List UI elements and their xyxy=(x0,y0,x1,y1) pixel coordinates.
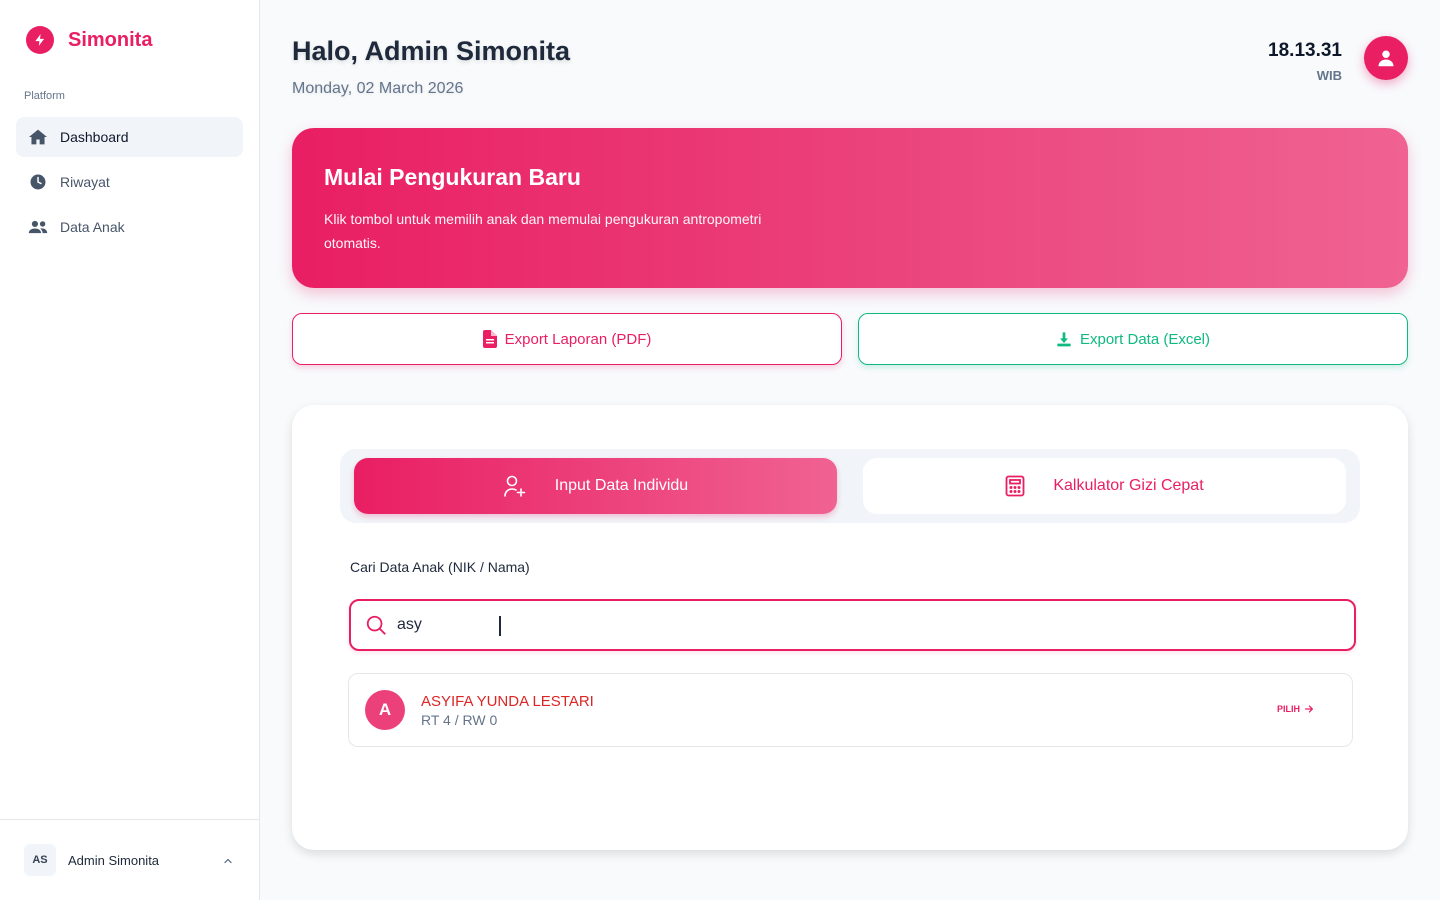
calculator-icon xyxy=(1005,475,1025,497)
sidebar-item-data-anak[interactable]: Data Anak xyxy=(16,207,243,247)
clock-time: 18.13.31 xyxy=(1268,40,1342,61)
export-excel-button[interactable]: Export Data (Excel) xyxy=(858,313,1408,365)
mode-tabs: Input Data Individu Kalkulator Gizi Cepa… xyxy=(340,449,1360,523)
page-title: Halo, Admin Simonita xyxy=(292,36,571,66)
sidebar-item-riwayat[interactable]: Riwayat xyxy=(16,162,243,202)
clock: 18.13.31 WIB xyxy=(1268,40,1342,83)
profile-button[interactable] xyxy=(1364,36,1408,80)
tab-label: Input Data Individu xyxy=(554,477,689,494)
current-date: Monday, 02 March 2026 xyxy=(292,80,464,97)
search-label: Cari Data Anak (NIK / Nama) xyxy=(350,559,530,575)
banner-title: Mulai Pengukuran Baru xyxy=(324,164,581,190)
result-name: ASYIFA YUNDA LESTARI xyxy=(421,692,594,710)
export-pdf-button[interactable]: Export Laporan (PDF) xyxy=(292,313,842,365)
user-menu[interactable]: AS Admin Simonita xyxy=(0,819,259,900)
search-input[interactable] xyxy=(397,616,1297,634)
start-measurement-banner[interactable]: Mulai Pengukuran Baru Klik tombol untuk … xyxy=(292,128,1408,288)
tab-kalkulator-gizi-cepat[interactable]: Kalkulator Gizi Cepat xyxy=(863,458,1346,514)
lightning-icon xyxy=(26,26,54,54)
brand[interactable]: Simonita xyxy=(26,26,152,54)
chevron-up-icon[interactable] xyxy=(222,854,238,870)
user-plus-icon xyxy=(503,474,527,498)
export-excel-label: Export Data (Excel) xyxy=(1079,330,1211,348)
home-icon xyxy=(28,127,48,147)
banner-description: Klik tombol untuk memilih anak dan memul… xyxy=(324,211,762,251)
search-field[interactable] xyxy=(349,599,1356,651)
select-label: PILIH xyxy=(1276,704,1300,714)
arrow-right-icon xyxy=(1304,704,1314,714)
sidebar-item-label: Data Anak xyxy=(60,219,125,235)
list-item[interactable]: A ASYIFA YUNDA LESTARI RT 4 / RW 0 PILIH xyxy=(348,673,1353,747)
sidebar-item-dashboard[interactable]: Dashboard xyxy=(16,117,243,157)
file-pdf-icon xyxy=(482,330,497,348)
measurement-card: Input Data Individu Kalkulator Gizi Cepa… xyxy=(292,405,1408,850)
result-avatar: A xyxy=(365,690,405,730)
sidebar: Simonita Platform Dashboard Riwayat Data… xyxy=(0,0,260,900)
brand-name: Simonita xyxy=(68,28,153,51)
clock-timezone: WIB xyxy=(1316,68,1342,83)
result-address: RT 4 / RW 0 xyxy=(421,711,498,728)
select-button[interactable]: PILIH xyxy=(1277,704,1314,714)
result-info: ASYIFA YUNDA LESTARI RT 4 / RW 0 xyxy=(421,693,594,728)
avatar: AS xyxy=(24,844,56,876)
user-name: Admin Simonita xyxy=(68,852,160,868)
sidebar-nav: Dashboard Riwayat Data Anak xyxy=(16,117,243,252)
search-icon xyxy=(365,614,387,636)
user-icon xyxy=(1377,49,1395,67)
tab-label: Kalkulator Gizi Cepat xyxy=(1053,477,1204,494)
sidebar-section-label: Platform xyxy=(24,90,65,102)
tab-input-data-individu[interactable]: Input Data Individu xyxy=(354,458,837,514)
text-caret xyxy=(499,616,501,636)
sidebar-item-label: Riwayat xyxy=(60,174,110,190)
export-pdf-label: Export Laporan (PDF) xyxy=(504,330,652,348)
users-icon xyxy=(28,217,48,237)
download-icon xyxy=(1056,331,1072,347)
clock-icon xyxy=(28,172,48,192)
sidebar-item-label: Dashboard xyxy=(60,129,129,145)
